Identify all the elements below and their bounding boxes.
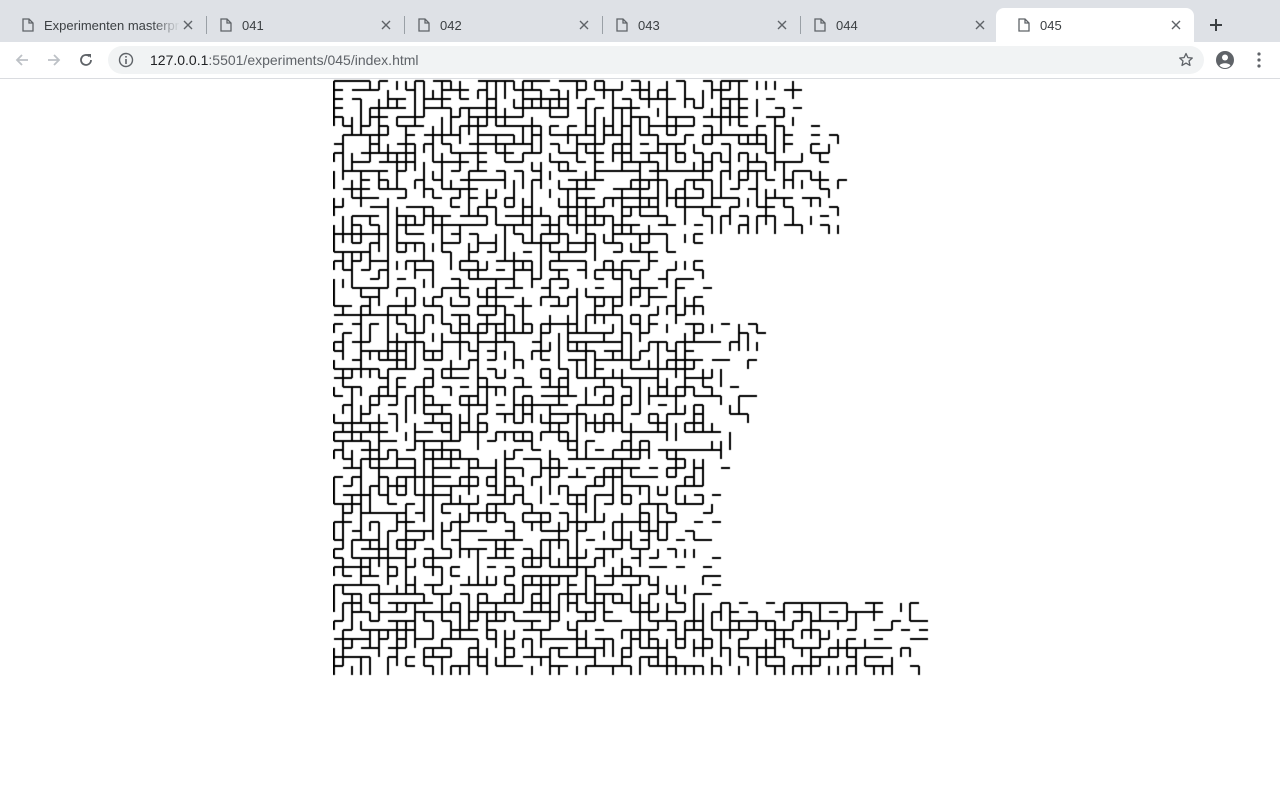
tab-title: 044 — [836, 17, 858, 33]
tab-title: 041 — [242, 17, 264, 33]
url-host: 127.0.0.1 — [150, 52, 209, 68]
doc-icon — [814, 18, 826, 32]
tab-4[interactable]: 044 — [792, 8, 998, 42]
address-bar[interactable]: 127.0.0.1:5501/experiments/045/index.htm… — [108, 46, 1204, 74]
url-text: 127.0.0.1:5501/experiments/045/index.htm… — [150, 52, 419, 68]
back-button[interactable] — [10, 48, 34, 72]
close-icon[interactable] — [576, 17, 592, 33]
tab-0[interactable]: Experimenten masterproef — [0, 8, 206, 42]
doc-icon — [220, 18, 232, 32]
browser-menu-button[interactable] — [1250, 49, 1268, 71]
back-arrow-icon — [15, 54, 28, 66]
reload-icon — [80, 54, 92, 66]
doc-icon — [616, 18, 628, 32]
tab-title: Experimenten masterproef — [44, 17, 180, 33]
url-path: :5501/experiments/045/index.html — [208, 52, 419, 68]
close-icon[interactable] — [1168, 17, 1184, 33]
doc-icon — [22, 18, 34, 32]
forward-button[interactable] — [42, 48, 66, 72]
profile-icon[interactable] — [1214, 49, 1236, 71]
tab-title: 043 — [638, 17, 660, 33]
browser-toolbar: 127.0.0.1:5501/experiments/045/index.htm… — [0, 42, 1280, 79]
new-tab-button[interactable] — [1204, 13, 1228, 37]
doc-icon — [418, 18, 430, 32]
close-icon[interactable] — [774, 17, 790, 33]
kebab-menu-icon — [1257, 52, 1261, 68]
tab-strip: Experimenten masterproef 041 042 043 044… — [0, 0, 1280, 42]
info-icon[interactable] — [118, 52, 134, 68]
plus-icon — [1210, 19, 1222, 31]
close-icon[interactable] — [972, 17, 988, 33]
forward-arrow-icon — [48, 54, 61, 66]
tab-5-active[interactable]: 045 — [996, 8, 1194, 42]
star-icon[interactable] — [1178, 52, 1194, 68]
tab-title: 045 — [1040, 17, 1062, 33]
tab-2[interactable]: 042 — [396, 8, 602, 42]
reload-button[interactable] — [74, 48, 98, 72]
close-icon[interactable] — [180, 17, 196, 33]
page-viewport — [0, 79, 1280, 800]
tab-3[interactable]: 043 — [594, 8, 800, 42]
maze-pattern-canvas — [333, 79, 933, 679]
tab-title: 042 — [440, 17, 462, 33]
tab-1[interactable]: 041 — [198, 8, 404, 42]
close-icon[interactable] — [378, 17, 394, 33]
doc-icon — [1018, 18, 1030, 32]
